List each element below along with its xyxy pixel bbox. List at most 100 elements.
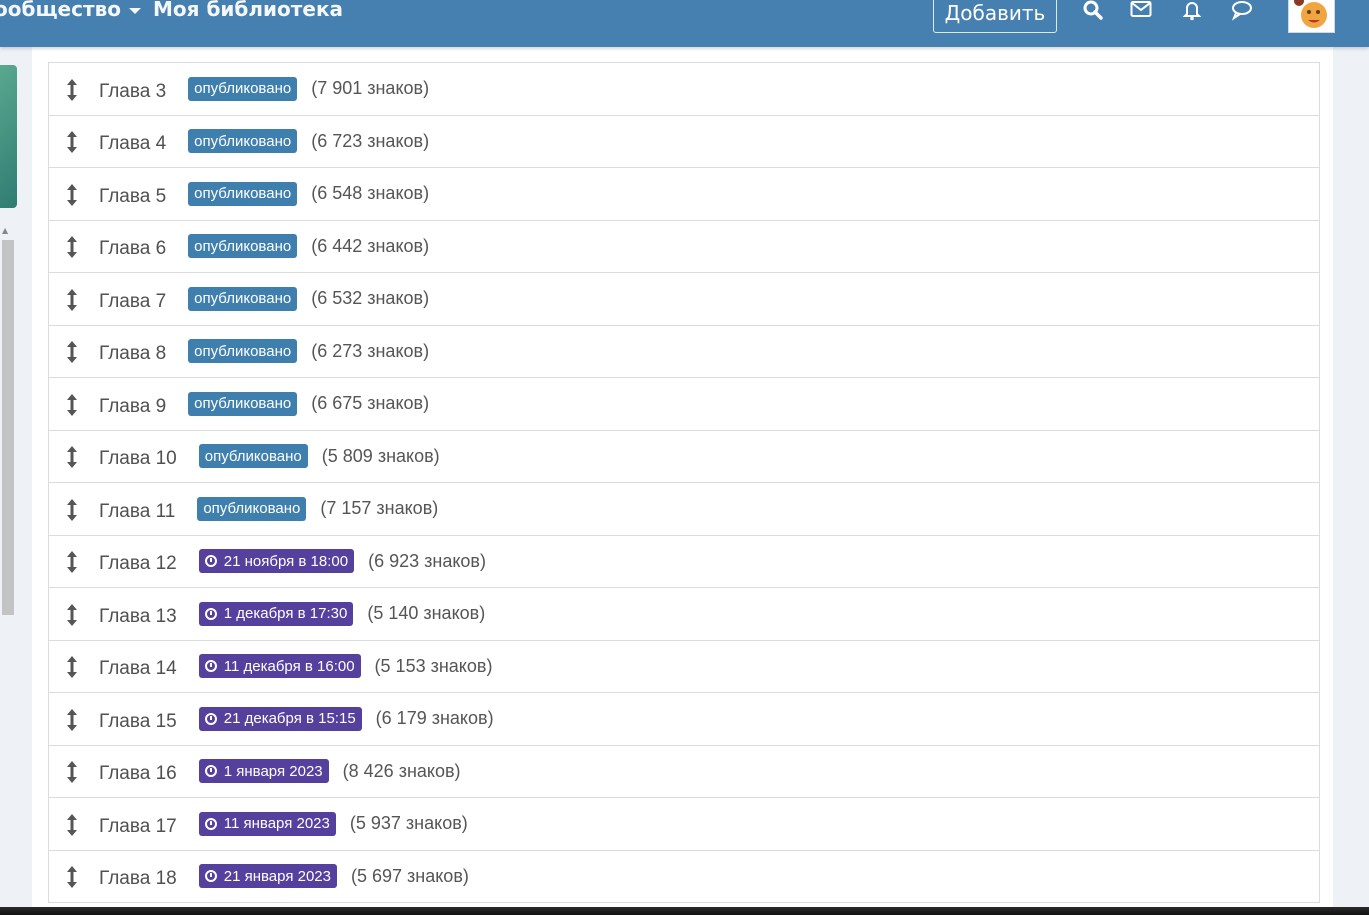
top-navbar: ообщество Моя библиотека Добавить [0,0,1369,47]
status-text: 1 декабря в 17:30 [223,605,348,623]
drag-handle-icon[interactable] [65,78,79,101]
chapter-title[interactable]: Глава 17 [99,816,177,838]
chapter-row[interactable]: Глава 7 опубликовано (6 532 знаков) [49,273,1319,326]
chapter-title[interactable]: Глава 7 [99,291,166,313]
chapter-row[interactable]: Глава 12 21 ноября в 18:00 (6 923 знаков) [49,536,1319,588]
chapter-title[interactable]: Глава 9 [99,396,166,418]
drag-handle-icon[interactable] [65,708,79,731]
chapter-row[interactable]: Глава 5 опубликовано (6 548 знаков) [49,168,1319,221]
chapter-row[interactable]: Глава 11 опубликовано (7 157 знаков) [49,483,1319,536]
status-text: 21 января 2023 [223,867,331,885]
chapter-title[interactable]: Глава 14 [99,658,177,680]
chapter-title[interactable]: Глава 12 [99,553,177,575]
status-text: опубликовано [194,395,292,413]
drag-handle-icon[interactable] [65,551,79,574]
status-badge-published: опубликовано [188,129,298,154]
taskbar [0,907,1369,915]
nav-community[interactable]: ообщество [0,0,141,21]
chapter-title[interactable]: Глава 5 [99,186,166,208]
status-badge-scheduled: 21 января 2023 [198,864,337,889]
sidebar-cover-image[interactable] [0,65,17,208]
status-badge-published: опубликовано [188,391,298,416]
status-text: опубликовано [194,290,292,308]
scrollbar-thumb[interactable] [2,240,14,615]
nav-my-library[interactable]: Моя библиотека [153,0,343,21]
status-text: 11 декабря в 16:00 [223,657,355,675]
status-badge-scheduled: 21 ноября в 18:00 [198,549,355,574]
clock-icon [204,712,217,725]
status-text: опубликовано [194,342,292,360]
chapter-row[interactable]: Глава 9 опубликовано (6 675 знаков) [49,378,1319,431]
char-count: (5 153 знаков) [374,655,493,676]
clock-icon [204,607,217,620]
chapter-title[interactable]: Глава 18 [99,868,177,890]
chapter-row[interactable]: Глава 16 1 января 2023 (8 426 знаков) [49,746,1319,798]
char-count: (6 179 знаков) [375,708,494,729]
chapter-list: Глава 3 опубликовано (7 901 знаков) Глава 4… [48,62,1320,903]
clock-icon [204,765,217,778]
clock-icon [204,555,217,568]
drag-handle-icon[interactable] [65,761,79,784]
drag-handle-icon[interactable] [65,446,79,469]
chapter-row[interactable]: Глава 14 11 декабря в 16:00 (5 153 знаков) [49,641,1319,693]
chapter-title[interactable]: Глава 8 [99,343,166,365]
add-button[interactable]: Добавить [933,0,1057,33]
status-badge-scheduled: 11 января 2023 [198,811,336,836]
drag-handle-icon[interactable] [65,131,79,154]
drag-handle-icon[interactable] [65,813,79,836]
chapter-title[interactable]: Глава 13 [99,606,177,628]
chapter-row[interactable]: Глава 10 опубликовано (5 809 знаков) [49,431,1319,483]
search-icon[interactable] [1082,0,1104,22]
chapter-title[interactable]: Глава 15 [99,711,177,733]
drag-handle-icon[interactable] [65,603,79,626]
status-badge-published: опубликовано [198,444,308,469]
status-badge-scheduled: 1 января 2023 [198,759,329,784]
drag-handle-icon[interactable] [65,341,79,364]
status-badge-scheduled: 11 декабря в 16:00 [198,654,361,679]
chapter-title[interactable]: Глава 10 [99,448,177,470]
nav-community-label: ообщество [0,0,121,21]
chapter-row[interactable]: Глава 6 опубликовано (6 442 знаков) [49,221,1319,273]
status-text: опубликовано [194,185,292,203]
status-text: 21 декабря в 15:15 [223,710,356,728]
status-badge-published: опубликовано [188,76,298,101]
bell-icon[interactable] [1181,0,1203,22]
avatar[interactable] [1288,0,1335,33]
status-badge-scheduled: 21 декабря в 15:15 [198,706,362,731]
chapter-row[interactable]: Глава 4 опубликовано (6 723 знаков) [49,116,1319,168]
drag-handle-icon[interactable] [65,288,79,311]
scroll-up-arrow-icon[interactable]: ▲ [2,226,8,235]
drag-handle-icon[interactable] [65,866,79,889]
chapter-row[interactable]: Глава 13 1 декабря в 17:30 (5 140 знаков) [49,588,1319,641]
status-badge-published: опубликовано [188,286,298,311]
chapter-title[interactable]: Глава 11 [99,501,175,523]
char-count: (6 923 знаков) [368,550,486,571]
chapter-row[interactable]: Глава 15 21 декабря в 15:15 (6 179 знаков) [49,693,1319,746]
mail-icon[interactable] [1130,0,1152,22]
chapter-row[interactable]: Глава 8 опубликовано (6 273 знаков) [49,326,1319,378]
drag-handle-icon[interactable] [65,656,79,679]
chapter-row[interactable]: Глава 18 21 января 2023 (5 697 знаков) [49,851,1319,903]
chapter-title[interactable]: Глава 6 [99,238,166,260]
status-text: опубликовано [194,237,292,255]
chapter-row[interactable]: Глава 3 опубликовано (7 901 знаков) [49,63,1319,116]
char-count: (5 140 знаков) [367,603,486,624]
chapter-title[interactable]: Глава 3 [99,81,166,103]
clock-icon [204,660,217,673]
status-badge-published: опубликовано [188,181,298,206]
status-badge-published: опубликовано [188,339,298,364]
chat-icon[interactable] [1231,0,1253,22]
drag-handle-icon[interactable] [65,183,79,206]
chapter-title[interactable]: Глава 4 [99,133,166,155]
drag-handle-icon[interactable] [65,393,79,416]
char-count: (6 675 знаков) [311,393,430,414]
char-count: (6 723 знаков) [311,130,430,151]
drag-handle-icon[interactable] [65,236,79,259]
char-count: (6 532 знаков) [311,288,430,309]
chapter-title[interactable]: Глава 16 [99,763,177,785]
drag-handle-icon[interactable] [65,498,79,521]
clock-icon [204,817,217,830]
chapter-row[interactable]: Глава 17 11 января 2023 (5 937 знаков) [49,798,1319,851]
char-count: (7 901 знаков) [311,78,430,99]
status-badge-scheduled: 1 декабря в 17:30 [198,601,354,626]
